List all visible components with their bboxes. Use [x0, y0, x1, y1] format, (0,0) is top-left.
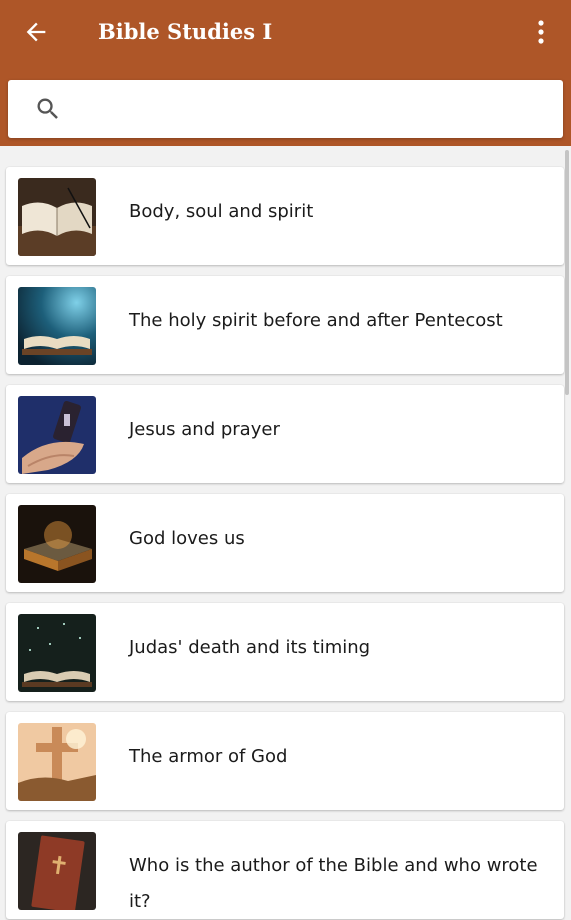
thumbnail-glowing-book	[18, 505, 96, 583]
list-item[interactable]: The holy spirit before and after Penteco…	[6, 276, 564, 374]
list-item-label: Jesus and prayer	[129, 419, 280, 440]
list-item[interactable]: Body, soul and spirit	[6, 167, 564, 265]
search-icon	[37, 98, 58, 119]
list-item[interactable]: Judas' death and its timing	[6, 603, 564, 701]
list-item-label: Judas' death and its timing	[129, 637, 371, 658]
list-item[interactable]: Jesus and prayer	[6, 385, 564, 483]
search-box[interactable]	[8, 80, 563, 138]
list-item-label: God loves us	[129, 528, 245, 549]
thumbnail-cross-book	[18, 723, 96, 801]
list-item-label: The holy spirit before and after Penteco…	[129, 310, 503, 331]
page-title: Bible Studies I	[98, 19, 273, 44]
list-item-label: Body, soul and spirit	[129, 201, 314, 222]
more-vertical-icon	[538, 20, 544, 44]
list-item[interactable]: Who is the author of the Bible and who w…	[6, 821, 564, 919]
thumbnail-bible-light	[18, 287, 96, 365]
back-button[interactable]	[18, 14, 54, 50]
list-item[interactable]: God loves us	[6, 494, 564, 592]
search-input[interactable]	[74, 90, 548, 130]
thumbnail-red-bible	[18, 832, 96, 910]
list-item[interactable]: The armor of God	[6, 712, 564, 810]
app-bar: Bible Studies I	[0, 0, 571, 80]
list-item-label: The armor of God	[129, 746, 288, 767]
scrollbar[interactable]	[565, 150, 569, 395]
arrow-left-icon	[26, 22, 46, 42]
overflow-menu-button[interactable]	[523, 14, 559, 50]
thumbnail-praying-hands	[18, 396, 96, 474]
list-item-label: Who is the author of the Bible and who w…	[129, 855, 538, 912]
thumbnail-open-bible	[18, 178, 96, 256]
study-list: Body, soul and spirit The holy spirit be…	[0, 146, 571, 919]
thumbnail-book-starry-sky	[18, 614, 96, 692]
